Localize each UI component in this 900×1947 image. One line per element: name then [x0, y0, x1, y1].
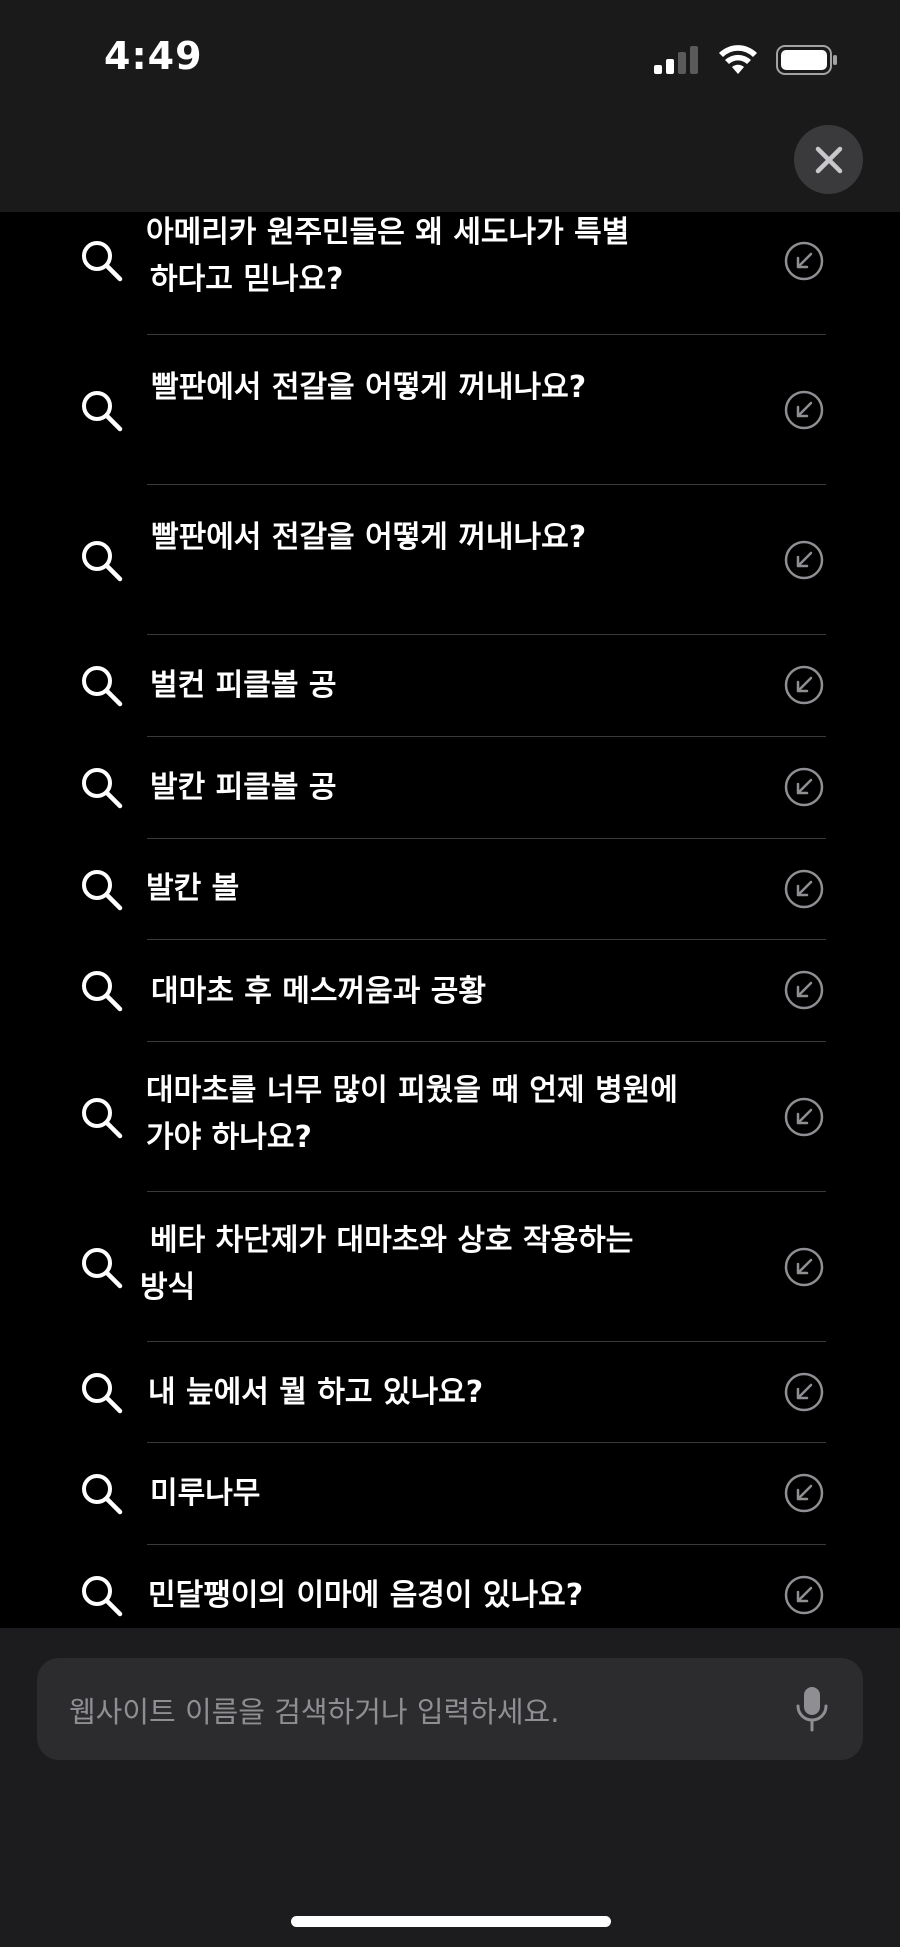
home-indicator — [291, 1916, 611, 1927]
address-search-field[interactable]: 웹사이트 이름을 검색하거나 입력하세요. — [37, 1658, 863, 1760]
status-icons — [654, 42, 838, 78]
suggestion-text: 내 늪에서 뭘 하고 있나요? — [148, 1375, 484, 1410]
search-icon — [82, 870, 123, 911]
suggestion-row[interactable]: 발칸 피클볼 공 — [0, 737, 900, 839]
search-icon — [82, 666, 123, 707]
fill-search-arrow-icon[interactable] — [784, 869, 824, 909]
suggestion-text: 미루나무 — [150, 1476, 261, 1511]
search-placeholder: 웹사이트 이름을 검색하거나 입력하세요. — [69, 1695, 560, 1729]
suggestion-row[interactable]: 대마초 후 메스꺼움과 공황 — [0, 940, 900, 1042]
suggestion-row[interactable]: 빨판에서 전갈을 어떻게 꺼내나요? — [0, 335, 900, 485]
suggestion-row[interactable]: 내 늪에서 뭘 하고 있나요? — [0, 1342, 900, 1443]
bottom-toolbar: 웹사이트 이름을 검색하거나 입력하세요. — [0, 1628, 900, 1947]
search-icon — [82, 1373, 123, 1414]
suggestion-row[interactable]: 대마초를 너무 많이 피웠을 때 언제 병원에 가야 하나요? — [0, 1042, 900, 1192]
search-icon — [82, 1474, 123, 1515]
suggestion-text: 빨판에서 전갈을 어떻게 꺼내나요? — [151, 520, 587, 555]
fill-search-arrow-icon[interactable] — [784, 970, 824, 1010]
suggestion-text: 빨판에서 전갈을 어떻게 꺼내나요? — [151, 370, 587, 405]
close-button[interactable] — [794, 125, 863, 194]
suggestion-text: 대마초 후 메스꺼움과 공황 — [151, 974, 486, 1009]
fill-search-arrow-icon[interactable] — [784, 1247, 824, 1287]
battery-icon — [776, 45, 837, 75]
suggestion-text: 발칸 피클볼 공 — [150, 770, 337, 805]
suggestion-text: 베타 차단제가 대마초와 상호 작용하는 방식 — [140, 1223, 634, 1305]
search-icon — [82, 1248, 123, 1289]
suggestion-text: 아메리카 원주민들은 왜 세도나가 특별 하다고 믿나요? — [146, 215, 630, 297]
fill-search-arrow-icon[interactable] — [784, 1575, 824, 1615]
search-icon — [82, 541, 123, 582]
search-suggestions-list[interactable]: 아메리카 원주민들은 왜 세도나가 특별 하다고 믿나요? 빨판에서 전갈을 어… — [0, 212, 900, 1628]
fill-search-arrow-icon[interactable] — [784, 1473, 824, 1513]
close-icon — [815, 146, 842, 173]
microphone-icon[interactable] — [795, 1686, 829, 1732]
fill-search-arrow-icon[interactable] — [784, 390, 824, 430]
fill-search-arrow-icon[interactable] — [784, 1372, 824, 1412]
suggestion-row[interactable]: 아메리카 원주민들은 왜 세도나가 특별 하다고 믿나요? — [0, 212, 900, 335]
suggestion-row[interactable]: 벌컨 피클볼 공 — [0, 635, 900, 737]
suggestion-text: 민달팽이의 이마에 음경이 있나요? — [148, 1578, 584, 1613]
top-bar: 4:49 — [0, 0, 900, 212]
search-icon — [82, 768, 123, 809]
fill-search-arrow-icon[interactable] — [784, 241, 824, 281]
fill-search-arrow-icon[interactable] — [784, 767, 824, 807]
search-icon — [82, 241, 123, 282]
search-icon — [82, 1576, 123, 1617]
suggestion-row[interactable]: 미루나무 — [0, 1443, 900, 1545]
suggestion-row[interactable]: 베타 차단제가 대마초와 상호 작용하는 방식 — [0, 1192, 900, 1342]
fill-search-arrow-icon[interactable] — [784, 1097, 824, 1137]
suggestion-row[interactable]: 빨판에서 전갈을 어떻게 꺼내나요? — [0, 485, 900, 635]
suggestion-text: 대마초를 너무 많이 피웠을 때 언제 병원에 가야 하나요? — [146, 1073, 678, 1155]
suggestion-row[interactable]: 민달팽이의 이마에 음경이 있나요? — [0, 1545, 900, 1628]
fill-search-arrow-icon[interactable] — [784, 540, 824, 580]
fill-search-arrow-icon[interactable] — [784, 665, 824, 705]
signal-icon — [654, 46, 698, 74]
status-time: 4:49 — [104, 34, 203, 78]
suggestion-text: 발칸 볼 — [146, 871, 240, 906]
search-icon — [82, 1098, 123, 1139]
suggestion-text: 벌컨 피클볼 공 — [150, 668, 337, 703]
wifi-icon — [719, 45, 757, 74]
search-icon — [82, 971, 123, 1012]
suggestion-row[interactable]: 발칸 볼 — [0, 839, 900, 940]
search-icon — [82, 391, 123, 432]
